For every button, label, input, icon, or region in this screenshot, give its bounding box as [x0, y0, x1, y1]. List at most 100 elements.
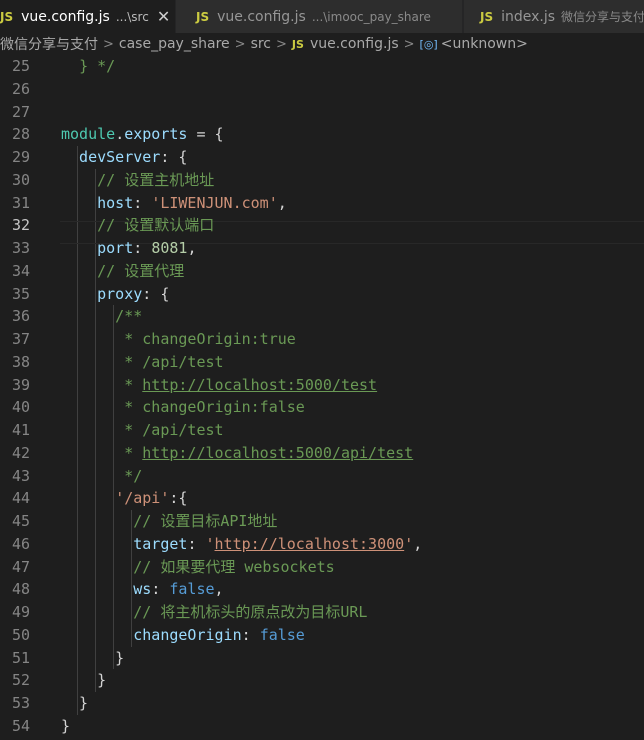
- line-number: 43: [11, 466, 30, 485]
- code-line[interactable]: 28 module.exports = {: [0, 123, 644, 146]
- code-text: // 设置默认端口: [61, 214, 214, 237]
- code-line[interactable]: 43 */: [0, 465, 644, 488]
- code-token: changeOrigin: [61, 625, 242, 644]
- code-line[interactable]: 33 port: 8081,: [0, 237, 644, 260]
- code-line[interactable]: 46 target: 'http://localhost:3000',: [0, 533, 644, 556]
- line-number: 46: [11, 534, 30, 553]
- breadcrumb-item-folder[interactable]: 微信分享与支付: [0, 34, 98, 54]
- code-text: proxy: {: [61, 283, 169, 306]
- code-line[interactable]: 47 // 如果要代理 websockets: [0, 556, 644, 579]
- code-line[interactable]: 30 // 设置主机地址: [0, 169, 644, 192]
- tab-description: 微信分享与支付: [561, 10, 644, 24]
- code-text: * /api/test: [61, 351, 223, 374]
- code-line[interactable]: 35 proxy: {: [0, 283, 644, 306]
- line-number: 31: [11, 193, 30, 212]
- code-token: ': [404, 534, 414, 553]
- code-text: * changeOrigin:true: [61, 328, 296, 351]
- code-line[interactable]: 41 * /api/test: [0, 419, 644, 442]
- code-text: // 设置代理: [61, 260, 184, 283]
- code-token: *: [61, 443, 143, 462]
- code-token: devServer: [61, 148, 161, 166]
- code-text: /**: [61, 305, 142, 328]
- tab-index-js[interactable]: JS index.js 微信分享与支付: [464, 0, 644, 33]
- code-token: }: [61, 694, 89, 712]
- breadcrumb-item-file[interactable]: vue.config.js: [310, 36, 399, 52]
- code-token: /**: [61, 307, 143, 326]
- tab-vue-config-imooc[interactable]: JS vue.config.js ...\imooc_pay_share: [176, 0, 463, 33]
- line-number: 35: [11, 284, 30, 303]
- line-number: 45: [11, 512, 30, 530]
- code-token: module: [61, 125, 116, 144]
- code-line[interactable]: 54}: [0, 715, 644, 738]
- line-number: 38: [11, 352, 30, 371]
- chevron-right-icon: >: [234, 36, 246, 52]
- code-line[interactable]: 29 devServer: {: [0, 146, 644, 169]
- code-token: : {: [160, 148, 188, 166]
- code-token: :: [133, 193, 152, 212]
- code-line[interactable]: 36 /**: [0, 305, 644, 328]
- tab-description: ...\src: [115, 9, 149, 24]
- line-number: 39: [11, 375, 30, 394]
- code-token: target: [61, 534, 188, 553]
- code-token: :: [187, 534, 206, 553]
- code-token: // 设置目标API地址: [61, 512, 278, 530]
- code-line[interactable]: 25 } */: [0, 55, 644, 78]
- code-text: ws: false,: [61, 578, 224, 601]
- code-text: // 设置主机地址: [61, 169, 214, 192]
- tab-description: ...\imooc_pay_share: [311, 9, 431, 24]
- code-editor[interactable]: 25 } */26 27 28 module.exports = {29 devSer…: [0, 55, 644, 740]
- code-token: ,: [277, 193, 287, 212]
- breadcrumb-item-src[interactable]: src: [251, 36, 271, 52]
- code-line[interactable]: 51 }: [0, 647, 644, 670]
- code-line[interactable]: 52 }: [0, 669, 644, 692]
- code-token: *: [61, 375, 143, 394]
- code-line[interactable]: 40 * changeOrigin:false: [0, 396, 644, 419]
- line-number: 52: [11, 671, 30, 690]
- chevron-right-icon: >: [103, 36, 114, 52]
- code-line[interactable]: 42 * http://localhost:5000/api/test: [0, 442, 644, 465]
- code-token: port: [61, 239, 134, 257]
- code-line[interactable]: 49 // 将主机标头的原点改为目标URL: [0, 601, 644, 624]
- close-icon[interactable]: ✕: [157, 7, 170, 26]
- code-token: .: [115, 125, 125, 144]
- code-line[interactable]: 31 host: 'LIWENJUN.com',: [0, 192, 644, 215]
- code-line[interactable]: 44 '/api':{: [0, 487, 644, 510]
- code-token: // 设置代理: [61, 261, 185, 280]
- code-token: ,: [214, 580, 224, 599]
- code-line[interactable]: 26: [0, 78, 644, 101]
- code-line[interactable]: 34 // 设置代理: [0, 260, 644, 283]
- breadcrumb-item-symbol[interactable]: <unknown>: [441, 36, 528, 52]
- line-number: 37: [11, 330, 30, 348]
- breadcrumb-item-project[interactable]: case_pay_share: [119, 36, 230, 52]
- code-token: }: [61, 716, 71, 735]
- code-token: host: [61, 193, 134, 212]
- code-line[interactable]: 27: [0, 101, 644, 124]
- code-text: * /api/test: [61, 419, 223, 442]
- line-number: 48: [11, 580, 30, 599]
- code-line[interactable]: 48 ws: false,: [0, 578, 644, 601]
- code-line[interactable]: 50 changeOrigin: false: [0, 624, 644, 647]
- code-line[interactable]: 32 // 设置默认端口: [0, 214, 644, 237]
- code-text: '/api':{: [61, 487, 187, 510]
- code-token: : {: [142, 284, 170, 303]
- tab-label: index.js: [501, 8, 556, 25]
- code-token: :{: [169, 489, 188, 508]
- code-line[interactable]: 53 }: [0, 692, 644, 715]
- tab-label: vue.config.js: [217, 8, 306, 25]
- code-text: // 设置目标API地址: [61, 510, 277, 533]
- code-line[interactable]: 38 * /api/test: [0, 351, 644, 374]
- code-line[interactable]: 37 * changeOrigin:true: [0, 328, 644, 351]
- line-number: 29: [11, 148, 30, 166]
- line-number: 49: [11, 603, 30, 621]
- code-token: proxy: [61, 284, 143, 303]
- line-number: 26: [11, 79, 30, 98]
- code-line[interactable]: 39 * http://localhost:5000/test: [0, 374, 644, 397]
- line-number: 28: [11, 125, 30, 144]
- code-token: http://localhost:3000: [214, 534, 405, 553]
- tab-vue-config-src[interactable]: JS vue.config.js ...\src ✕: [0, 0, 176, 33]
- code-token: 'LIWENJUN.com': [151, 193, 278, 212]
- code-token: ': [205, 534, 215, 553]
- code-line[interactable]: 45 // 设置目标API地址: [0, 510, 644, 533]
- code-token: false: [169, 580, 215, 599]
